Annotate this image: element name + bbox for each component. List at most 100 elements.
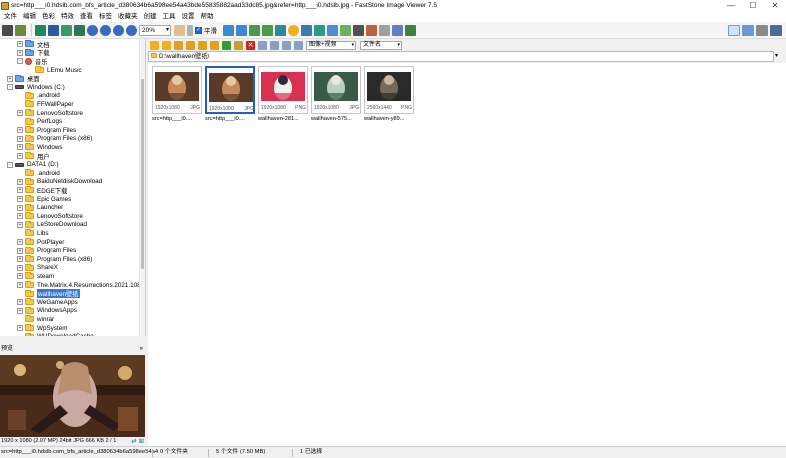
thumbnail-frame[interactable]: 1920x1080 JPG bbox=[152, 66, 202, 114]
tree-item[interactable]: + Program Files bbox=[17, 246, 76, 255]
tree-item[interactable]: + Windows bbox=[17, 143, 63, 152]
tree-item[interactable]: + Program Files (x86) bbox=[17, 134, 92, 144]
expand-icon[interactable]: + bbox=[17, 153, 23, 160]
scan-icon[interactable] bbox=[379, 24, 390, 36]
preview-collapse-icon[interactable]: » bbox=[140, 345, 143, 354]
expand-icon[interactable]: + bbox=[17, 256, 23, 263]
tree-item[interactable]: wallhaven壁纸 bbox=[17, 289, 80, 299]
tree-item[interactable]: + WpSystem bbox=[17, 324, 67, 333]
tree-item[interactable]: .android bbox=[17, 169, 60, 178]
thumbnail-frame[interactable]: 1920x1080 PNG bbox=[258, 66, 308, 114]
sort-select[interactable]: 文件名 bbox=[360, 40, 402, 50]
collapse-icon[interactable]: - bbox=[7, 84, 13, 91]
tree-item[interactable]: WUDownloadCache bbox=[17, 332, 94, 336]
wallpaper-icon[interactable] bbox=[353, 24, 364, 36]
preview-nav-icon[interactable]: ⇄ ⊠ bbox=[131, 437, 144, 446]
rotate-right-icon[interactable] bbox=[262, 24, 273, 36]
crop-icon[interactable] bbox=[275, 24, 286, 36]
expand-icon[interactable]: + bbox=[17, 299, 23, 306]
zoom-in-icon[interactable] bbox=[87, 24, 98, 36]
hand-tool-icon[interactable] bbox=[174, 24, 185, 36]
menu-favorites[interactable]: 收藏夹 bbox=[115, 11, 141, 22]
collapse-icon[interactable]: - bbox=[7, 161, 13, 168]
tree-item[interactable]: + 桌面 bbox=[7, 74, 40, 83]
menu-edit[interactable]: 编辑 bbox=[20, 11, 39, 22]
tree-item[interactable]: + EDGE下载 bbox=[17, 186, 67, 195]
expand-icon[interactable]: + bbox=[17, 196, 23, 203]
tree-item[interactable]: + LeStoreDownload bbox=[17, 220, 87, 230]
image-icon[interactable] bbox=[61, 24, 72, 36]
expand-icon[interactable]: + bbox=[17, 135, 23, 142]
minimize-button[interactable]: — bbox=[720, 0, 742, 11]
thumbnail-item[interactable]: 1920x1080 JPG wallhaven-575... bbox=[311, 66, 361, 124]
tree-item[interactable]: LEmu Music bbox=[27, 66, 82, 75]
expand-icon[interactable]: + bbox=[17, 187, 23, 194]
tree-item[interactable]: + 文档 bbox=[17, 40, 50, 49]
thumbnail-item[interactable]: 2560x1440 PNG wallhaven-y89... bbox=[364, 66, 414, 124]
tree-item[interactable]: + LenovoSoftstore bbox=[17, 212, 83, 221]
color-icon[interactable] bbox=[340, 24, 351, 36]
tree-item[interactable]: winrar bbox=[17, 315, 54, 324]
layout-thumbs-icon[interactable] bbox=[742, 25, 754, 36]
expand-icon[interactable]: + bbox=[17, 110, 23, 117]
expand-icon[interactable]: + bbox=[17, 307, 23, 314]
expand-icon[interactable]: + bbox=[17, 264, 23, 271]
preview-image[interactable] bbox=[0, 355, 145, 437]
fullscreen-icon[interactable] bbox=[35, 24, 46, 36]
tree-item[interactable]: + steam bbox=[17, 272, 54, 281]
thumbnail-frame[interactable]: 2560x1440 PNG bbox=[364, 66, 414, 114]
up-folder-icon[interactable] bbox=[174, 40, 183, 50]
tree-item[interactable]: FFWallPaper bbox=[17, 100, 74, 109]
batch-icon[interactable] bbox=[405, 24, 416, 36]
expand-icon[interactable]: + bbox=[17, 213, 23, 220]
menu-view[interactable]: 查看 bbox=[77, 11, 96, 22]
expand-icon[interactable]: + bbox=[17, 127, 23, 134]
hand-dropdown-icon[interactable] bbox=[187, 24, 193, 36]
copy-to-icon[interactable] bbox=[198, 40, 207, 50]
tree-item[interactable]: + Launcher bbox=[17, 203, 63, 212]
menu-effects[interactable]: 特效 bbox=[58, 11, 77, 22]
tree-item[interactable]: - 音乐 bbox=[17, 57, 48, 66]
menu-help[interactable]: 帮助 bbox=[198, 11, 217, 22]
tree-item[interactable]: + Program Files (x86) bbox=[17, 255, 92, 264]
tree-item[interactable]: - Windows (C:) bbox=[7, 83, 65, 92]
expand-icon[interactable]: + bbox=[17, 221, 23, 228]
expand-icon[interactable]: + bbox=[17, 144, 23, 151]
menu-create[interactable]: 创建 bbox=[141, 11, 160, 22]
expand-icon[interactable]: + bbox=[17, 204, 23, 211]
expand-icon[interactable]: + bbox=[17, 282, 23, 289]
adjust-icon[interactable] bbox=[288, 24, 299, 36]
save-icon[interactable] bbox=[48, 24, 59, 36]
tree-item[interactable]: + 用户 bbox=[17, 152, 50, 161]
next-image-icon[interactable] bbox=[236, 24, 247, 36]
refresh-icon[interactable] bbox=[222, 40, 231, 50]
tree-item[interactable]: .android bbox=[17, 91, 60, 101]
tree-item[interactable]: PerfLogs bbox=[17, 117, 62, 126]
thumbnail-item[interactable]: 1920x1080 PNG wallhaven-281... bbox=[258, 66, 308, 124]
layout-browser-icon[interactable] bbox=[728, 25, 740, 36]
favorite-folder-icon[interactable] bbox=[234, 40, 243, 50]
zoom-out-icon[interactable] bbox=[100, 24, 111, 36]
layout-preview-icon[interactable] bbox=[756, 25, 768, 36]
tree-item[interactable]: + PotPlayer bbox=[17, 238, 64, 247]
path-dropdown-icon[interactable]: ▾ bbox=[775, 52, 778, 59]
tree-scrollbar-thumb[interactable] bbox=[141, 79, 144, 269]
tree-item[interactable]: Libs bbox=[17, 229, 49, 238]
browse-icon[interactable] bbox=[15, 24, 26, 36]
thumb-size-icon[interactable] bbox=[294, 40, 303, 50]
expand-icon[interactable]: + bbox=[17, 325, 23, 332]
compare-icon[interactable] bbox=[301, 24, 312, 36]
tree-item[interactable]: + ShareX bbox=[17, 263, 58, 273]
menu-settings[interactable]: 设置 bbox=[179, 11, 198, 22]
expand-icon[interactable]: + bbox=[17, 239, 23, 246]
actual-size-icon[interactable] bbox=[113, 24, 124, 36]
tree-item[interactable]: + Epic Games bbox=[17, 195, 71, 204]
smooth-checkbox[interactable]: ✓ bbox=[195, 26, 202, 34]
layout-fullscreen-icon[interactable] bbox=[770, 25, 782, 36]
thumbnail-item[interactable]: 1920x1080 JPG src=http___i0.... bbox=[152, 66, 202, 124]
expand-icon[interactable]: + bbox=[17, 41, 23, 48]
move-to-icon[interactable] bbox=[210, 40, 219, 50]
tree-scrollbar[interactable] bbox=[139, 39, 145, 336]
rotate-left-icon[interactable] bbox=[249, 24, 260, 36]
close-button[interactable]: ✕ bbox=[764, 0, 786, 11]
